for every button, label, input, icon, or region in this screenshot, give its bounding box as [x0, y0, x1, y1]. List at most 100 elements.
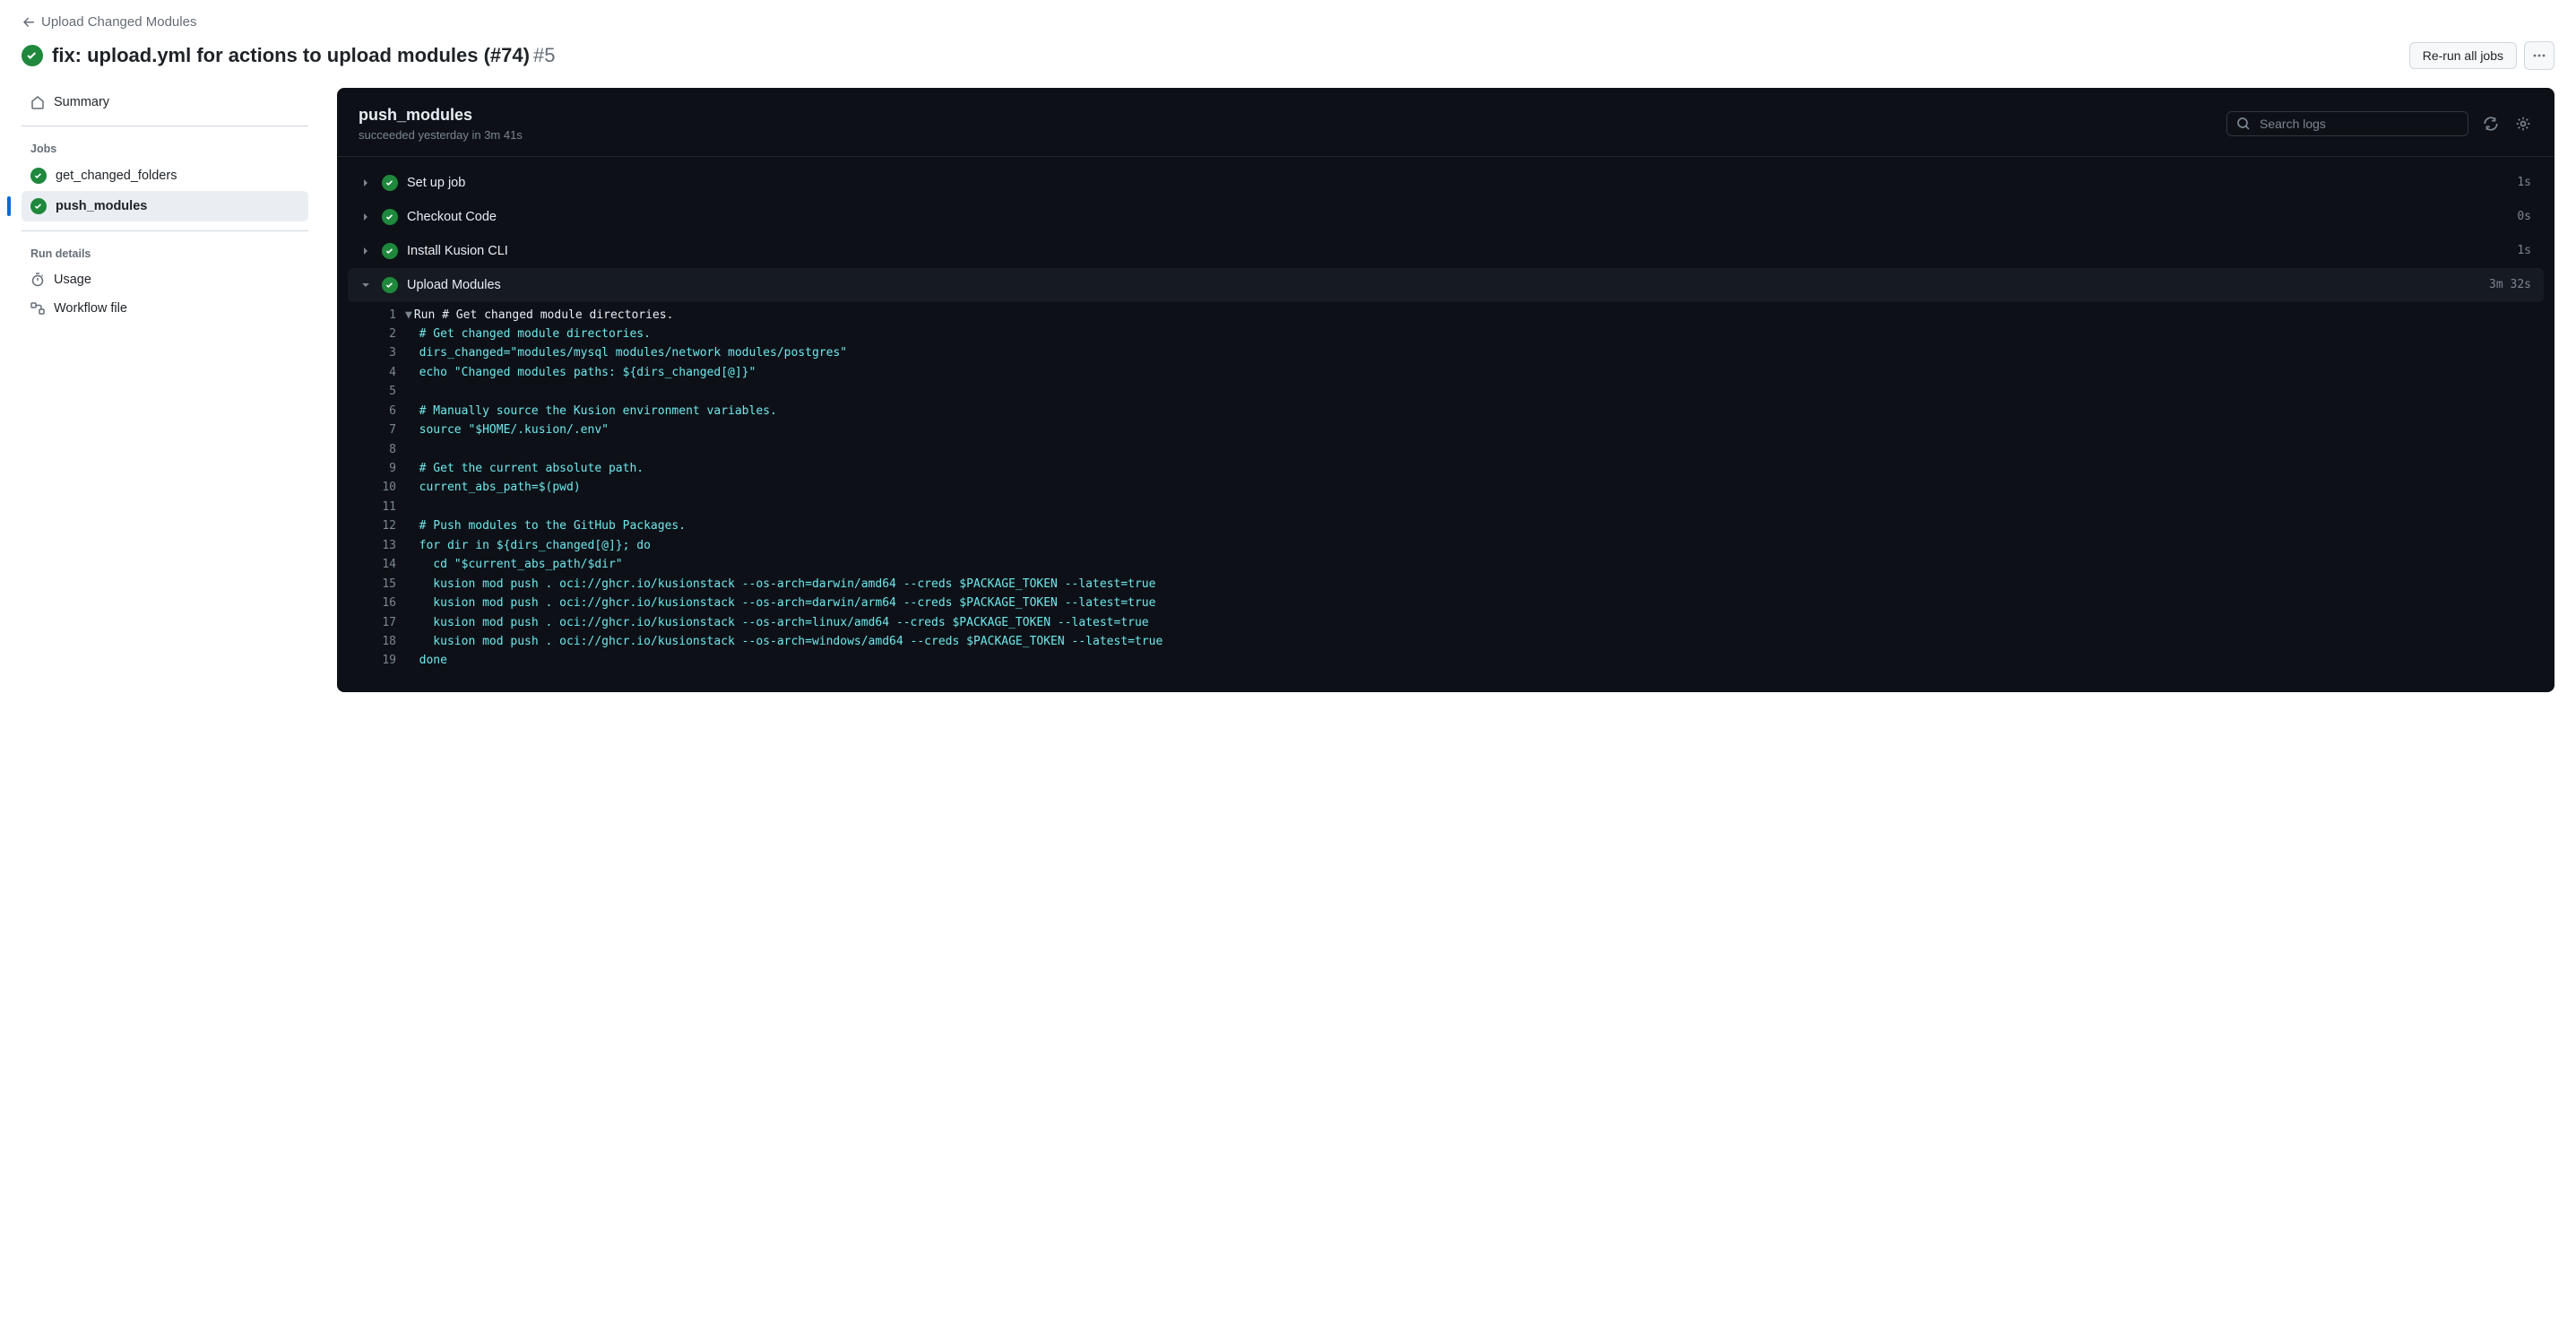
- log-text: # Get the current absolute path.: [405, 459, 644, 478]
- run-title: fix: upload.yml for actions to upload mo…: [52, 44, 555, 67]
- log-block: 1▼Run # Get changed module directories.2…: [348, 302, 2544, 674]
- sidebar-item-label: Workflow file: [54, 301, 127, 316]
- search-logs-input[interactable]: [2258, 116, 2459, 132]
- log-line: 17 kusion mod push . oci://ghcr.io/kusio…: [376, 613, 2544, 632]
- line-number: 14: [376, 555, 405, 574]
- log-line: 15 kusion mod push . oci://ghcr.io/kusio…: [376, 575, 2544, 594]
- log-line: 12 # Push modules to the GitHub Packages…: [376, 516, 2544, 535]
- gear-button[interactable]: [2513, 114, 2533, 134]
- log-text: # Get changed module directories.: [405, 325, 651, 343]
- step-name: Install Kusion CLI: [407, 244, 2508, 258]
- log-text: [405, 382, 419, 401]
- log-text: current_abs_path=$(pwd): [405, 478, 581, 497]
- log-text: source "$HOME/.kusion/.env": [405, 421, 609, 439]
- log-text: dirs_changed="modules/mysql modules/netw…: [405, 343, 847, 362]
- sidebar-workflow-file[interactable]: Workflow file: [22, 294, 308, 323]
- kebab-menu-button[interactable]: [2524, 41, 2554, 70]
- sidebar-summary[interactable]: Summary: [22, 88, 308, 117]
- step-row[interactable]: Set up job 1s: [348, 166, 2544, 200]
- line-number: 9: [376, 459, 405, 478]
- step-name: Checkout Code: [407, 210, 2508, 224]
- log-line: 8: [376, 440, 2544, 459]
- line-number: 11: [376, 498, 405, 516]
- line-number: 18: [376, 632, 405, 651]
- log-text: cd "$current_abs_path/$dir": [405, 555, 623, 574]
- step-duration: 1s: [2517, 176, 2531, 189]
- sidebar-job-push-modules[interactable]: push_modules: [22, 191, 308, 221]
- status-success-icon: [382, 175, 398, 191]
- status-success-icon: [22, 45, 43, 66]
- line-number: 5: [376, 382, 405, 401]
- line-number: 8: [376, 440, 405, 459]
- log-text: echo "Changed modules paths: ${dirs_chan…: [405, 363, 756, 382]
- log-text: kusion mod push . oci://ghcr.io/kusionst…: [405, 594, 1155, 612]
- line-number: 3: [376, 343, 405, 362]
- log-text: [405, 440, 419, 459]
- search-logs-field[interactable]: [2226, 111, 2468, 136]
- step-row[interactable]: Upload Modules3m 32s: [348, 268, 2544, 302]
- stopwatch-icon: [30, 273, 45, 287]
- sidebar-item-label: Usage: [54, 273, 91, 287]
- line-number: 10: [376, 478, 405, 497]
- sidebar-item-label: Summary: [54, 95, 109, 109]
- step-row[interactable]: Install Kusion CLI 1s: [348, 234, 2544, 268]
- log-text: for dir in ${dirs_changed[@]}; do: [405, 536, 651, 555]
- log-text: kusion mod push . oci://ghcr.io/kusionst…: [405, 613, 1149, 632]
- step-duration: 0s: [2517, 210, 2531, 223]
- run-number: #5: [533, 44, 555, 66]
- log-text: # Push modules to the GitHub Packages.: [405, 516, 686, 535]
- home-icon: [30, 95, 45, 109]
- log-line: 16 kusion mod push . oci://ghcr.io/kusio…: [376, 594, 2544, 612]
- status-success-icon: [30, 168, 47, 184]
- log-line: 9 # Get the current absolute path.: [376, 459, 2544, 478]
- log-line: 10 current_abs_path=$(pwd): [376, 478, 2544, 497]
- log-line: 14 cd "$current_abs_path/$dir": [376, 555, 2544, 574]
- log-line: 7 source "$HOME/.kusion/.env": [376, 421, 2544, 439]
- log-line: 5: [376, 382, 2544, 401]
- log-text: kusion mod push . oci://ghcr.io/kusionst…: [405, 632, 1163, 651]
- log-line: 18 kusion mod push . oci://ghcr.io/kusio…: [376, 632, 2544, 651]
- sidebar-job-get-changed-folders[interactable]: get_changed_folders: [22, 160, 308, 191]
- log-text: [405, 498, 419, 516]
- sidebar-item-label: push_modules: [56, 199, 147, 213]
- step-duration: 1s: [2517, 244, 2531, 257]
- back-link[interactable]: Upload Changed Modules: [22, 14, 196, 30]
- chevron-right-icon: [360, 178, 373, 188]
- line-number: 6: [376, 402, 405, 421]
- sidebar: Summary Jobs get_changed_folders push_mo…: [22, 88, 308, 710]
- status-success-icon: [30, 198, 47, 214]
- chevron-right-icon: [360, 212, 373, 222]
- status-success-icon: [382, 243, 398, 259]
- log-text: Run # Get changed module directories.: [414, 306, 674, 325]
- rerun-all-jobs-button[interactable]: Re-run all jobs: [2409, 42, 2517, 69]
- step-name: Set up job: [407, 176, 2508, 190]
- job-subtitle: succeeded yesterday in 3m 41s: [359, 128, 523, 142]
- log-line: 3 dirs_changed="modules/mysql modules/ne…: [376, 343, 2544, 362]
- line-number: 16: [376, 594, 405, 612]
- line-number: 4: [376, 363, 405, 382]
- arrow-left-icon: [22, 15, 36, 30]
- job-title: push_modules: [359, 106, 523, 125]
- status-success-icon: [382, 277, 398, 293]
- job-panel: push_modules succeeded yesterday in 3m 4…: [337, 88, 2554, 692]
- line-number: 12: [376, 516, 405, 535]
- log-text: # Manually source the Kusion environment…: [405, 402, 777, 421]
- log-line: 13 for dir in ${dirs_changed[@]}; do: [376, 536, 2544, 555]
- line-number: 19: [376, 651, 405, 670]
- log-text: done: [405, 651, 447, 670]
- refresh-button[interactable]: [2481, 114, 2501, 134]
- sidebar-item-label: get_changed_folders: [56, 169, 177, 183]
- line-number: 1: [376, 306, 405, 325]
- log-text: kusion mod push . oci://ghcr.io/kusionst…: [405, 575, 1155, 594]
- back-label: Upload Changed Modules: [41, 14, 196, 30]
- status-success-icon: [382, 209, 398, 225]
- log-line: 2 # Get changed module directories.: [376, 325, 2544, 343]
- sidebar-jobs-label: Jobs: [30, 143, 308, 155]
- log-line: 11: [376, 498, 2544, 516]
- line-number: 2: [376, 325, 405, 343]
- line-number: 7: [376, 421, 405, 439]
- sidebar-usage[interactable]: Usage: [22, 265, 308, 294]
- caret-down-icon: ▼: [405, 306, 412, 325]
- sidebar-run-details-label: Run details: [30, 247, 308, 260]
- step-row[interactable]: Checkout Code 0s: [348, 200, 2544, 234]
